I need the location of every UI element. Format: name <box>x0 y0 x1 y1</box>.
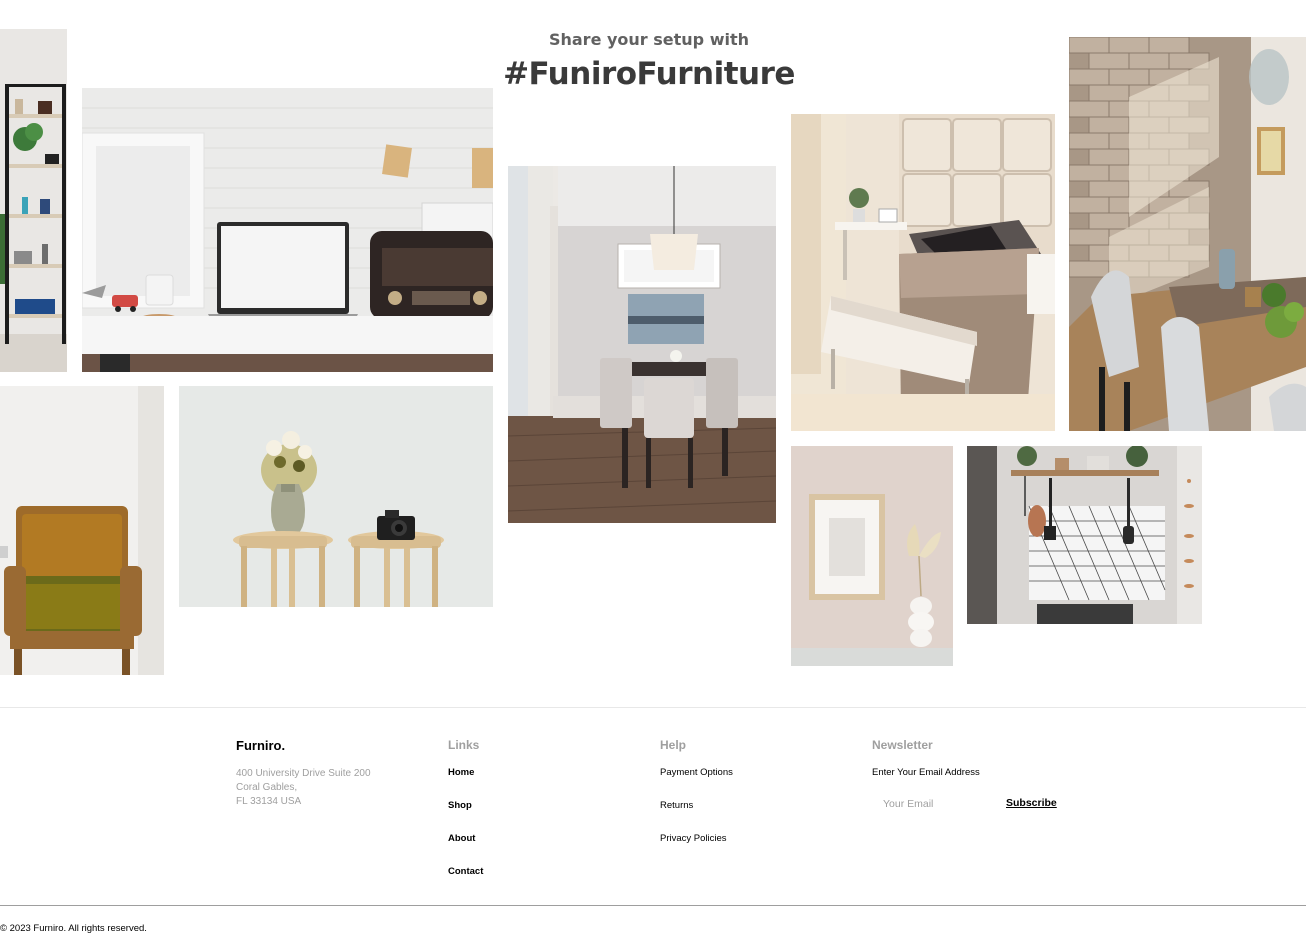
photo-dining-room[interactable] <box>508 166 776 523</box>
frame-vase-photo <box>791 446 953 666</box>
address-line-2: Coral Gables, <box>236 782 298 793</box>
photo-bedroom[interactable] <box>791 114 1055 431</box>
brick-dining-photo <box>1069 37 1306 431</box>
footer-top-divider <box>0 707 1306 708</box>
photo-kitchen-shelf[interactable] <box>967 446 1202 624</box>
footer-address: 400 University Drive Suite 200 Coral Gab… <box>236 767 371 809</box>
photo-wall-frame-vase[interactable] <box>791 446 953 666</box>
dining-room-photo <box>508 166 776 523</box>
newsletter-email-input[interactable] <box>872 794 997 814</box>
help-title: Help <box>660 738 687 752</box>
links-title: Links <box>448 738 480 752</box>
bedroom-photo <box>791 114 1055 431</box>
footer-help-payment-options[interactable]: Payment Options <box>660 767 733 778</box>
footer-link-shop[interactable]: Shop <box>448 800 472 811</box>
footer-link-home[interactable]: Home <box>448 767 474 778</box>
photo-dining-table-brick[interactable] <box>1069 37 1306 431</box>
subscribe-button[interactable]: Subscribe <box>1006 797 1057 809</box>
laptop-desk-photo <box>82 88 493 372</box>
footer-link-contact[interactable]: Contact <box>448 866 483 877</box>
footer-bottom-divider <box>0 905 1306 906</box>
newsletter-label: Enter Your Email Address <box>872 767 980 778</box>
bookshelf-photo <box>0 29 67 372</box>
kitchen-photo <box>967 446 1202 624</box>
armchair-photo <box>0 386 164 675</box>
photo-stools-vase[interactable] <box>179 386 493 607</box>
footer-help-privacy-policies[interactable]: Privacy Policies <box>660 833 727 844</box>
address-line-3: FL 33134 USA <box>236 796 302 807</box>
photo-armchair[interactable] <box>0 386 164 675</box>
copyright-text: © 2023 Furniro. All rights reserved. <box>0 923 147 934</box>
stools-photo <box>179 386 493 607</box>
address-line-1: 400 University Drive Suite 200 <box>236 768 371 779</box>
footer-brand: Furniro. <box>236 738 286 753</box>
footer-link-about[interactable]: About <box>448 833 475 844</box>
footer-help-returns[interactable]: Returns <box>660 800 693 811</box>
newsletter-title: Newsletter <box>872 738 933 752</box>
photo-laptop-desk[interactable] <box>82 88 493 372</box>
photo-shelf[interactable] <box>0 29 67 372</box>
